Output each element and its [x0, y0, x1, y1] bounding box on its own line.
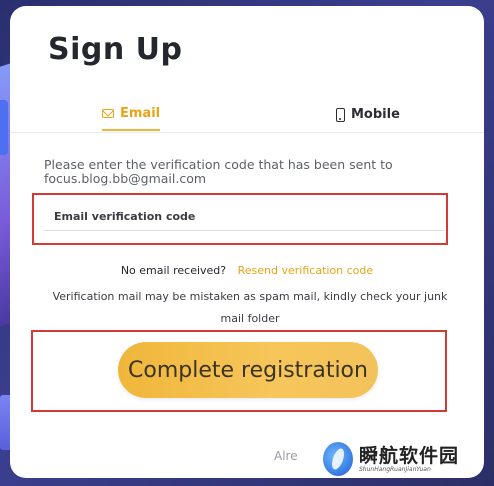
prompt-text: Please enter the verification code that … [44, 157, 393, 172]
verification-prompt: Please enter the verification code that … [44, 158, 464, 186]
watermark-latin: ShunHangRuanJianYuan [359, 465, 431, 473]
signup-card: Sign Up Email Mobile Please enter the ve… [10, 6, 484, 478]
signup-tabs: Email Mobile [10, 98, 484, 133]
tab-email[interactable]: Email [102, 98, 161, 131]
no-email-text: No email received? [120, 264, 227, 277]
page-title: Sign Up [48, 32, 183, 67]
envelope-icon [102, 109, 114, 118]
resend-code-link[interactable]: Resend verification code [238, 264, 374, 277]
watermark: 瞬航软件园 ShunHangRuanJianYuan [323, 436, 488, 482]
prompt-email: focus.blog.bb@gmail.com [44, 171, 207, 186]
tab-mobile-label: Mobile [351, 107, 400, 122]
tab-email-label: Email [120, 106, 161, 121]
spam-notice: Verification mail may be mistaken as spa… [52, 290, 448, 325]
background-decoration [0, 100, 8, 155]
phone-icon [336, 107, 345, 122]
watermark-chinese: 瞬航软件园 [359, 444, 460, 467]
tab-mobile[interactable]: Mobile [336, 98, 400, 131]
already-have-account-text: Alre [274, 449, 298, 463]
email-verification-code-input[interactable] [44, 203, 444, 231]
watermark-logo-icon [323, 442, 353, 476]
complete-registration-button[interactable]: Complete registration [118, 342, 378, 398]
resend-row: No email received? Resend verification c… [10, 264, 484, 277]
